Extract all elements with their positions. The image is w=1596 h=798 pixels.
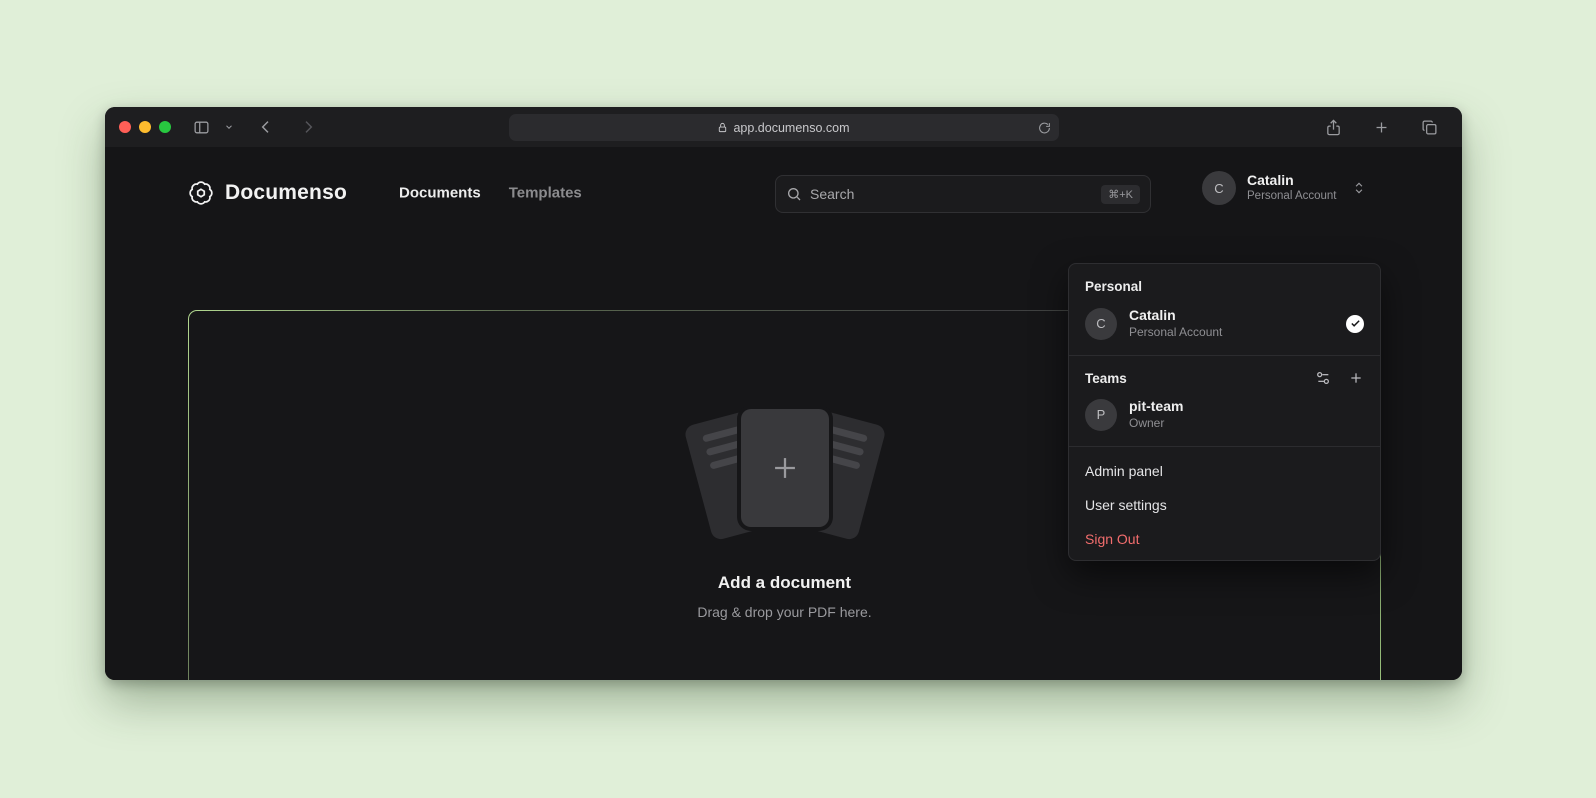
menu-item-admin-panel[interactable]: Admin panel [1069, 454, 1380, 488]
nav-documents[interactable]: Documents [399, 185, 481, 202]
account-menu-button[interactable]: C Catalin Personal Account [1202, 171, 1366, 205]
menu-divider [1069, 355, 1380, 356]
menu-account-type: Personal Account [1129, 325, 1222, 341]
manage-teams-icon[interactable] [1315, 370, 1331, 386]
account-type: Personal Account [1247, 189, 1337, 204]
browser-titlebar: app.documenso.com [105, 107, 1462, 147]
search-shortcut-badge: ⌘+K [1101, 185, 1140, 204]
menu-item-team-pit-team[interactable]: P pit-team Owner [1069, 392, 1380, 439]
chevrons-up-down-icon [1352, 181, 1366, 195]
documenso-logo-icon [188, 180, 214, 206]
nav-templates[interactable]: Templates [509, 185, 582, 202]
new-tab-icon[interactable] [1369, 115, 1394, 140]
menu-divider [1069, 446, 1380, 447]
account-name: Catalin [1247, 172, 1337, 189]
address-bar[interactable]: app.documenso.com [509, 114, 1059, 141]
app-page: Documenso Documents Templates ⌘+K C Cata… [105, 147, 1462, 680]
traffic-lights [119, 121, 171, 133]
personal-section-label: Personal [1069, 270, 1380, 301]
search-icon [786, 186, 802, 202]
search-input[interactable] [810, 186, 1093, 202]
search-box: ⌘+K [775, 175, 1151, 213]
reload-icon[interactable] [1038, 121, 1051, 134]
menu-item-user-settings[interactable]: User settings [1069, 488, 1380, 522]
brand[interactable]: Documenso [188, 180, 347, 206]
back-button[interactable] [254, 115, 278, 139]
avatar: C [1085, 308, 1117, 340]
zoom-window-button[interactable] [159, 121, 171, 133]
team-role: Owner [1129, 416, 1183, 432]
account-dropdown-menu: Personal C Catalin Personal Account Team… [1068, 263, 1381, 561]
tab-overview-icon[interactable] [1417, 115, 1442, 140]
browser-window: app.documenso.com [105, 107, 1462, 680]
plus-icon [768, 451, 802, 485]
team-name: pit-team [1129, 398, 1183, 416]
avatar: C [1202, 171, 1236, 205]
team-avatar: P [1085, 399, 1117, 431]
lock-icon [717, 122, 728, 133]
check-circle-icon [1346, 315, 1364, 333]
dropzone-subtitle: Drag & drop your PDF here. [697, 604, 871, 620]
brand-name: Documenso [225, 181, 347, 205]
menu-item-personal-account[interactable]: C Catalin Personal Account [1069, 301, 1380, 348]
menu-item-sign-out[interactable]: Sign Out [1069, 522, 1380, 556]
sidebar-toggle-icon[interactable] [189, 115, 214, 140]
share-icon[interactable] [1321, 115, 1346, 140]
main-nav: Documents Templates [399, 185, 582, 202]
minimize-window-button[interactable] [139, 121, 151, 133]
dropzone-title: Add a document [718, 573, 851, 593]
forward-button[interactable] [296, 115, 320, 139]
teams-section-label: Teams [1085, 371, 1127, 386]
url-text: app.documenso.com [733, 121, 849, 135]
teams-section-header: Teams [1069, 363, 1380, 392]
sidebar-chevron-down-icon[interactable] [220, 118, 238, 136]
add-team-icon[interactable] [1348, 370, 1364, 386]
document-card-center [741, 409, 829, 527]
document-stack-illustration [655, 393, 915, 543]
menu-account-name: Catalin [1129, 307, 1222, 325]
close-window-button[interactable] [119, 121, 131, 133]
app-header: Documenso Documents Templates ⌘+K C Cata… [105, 147, 1462, 239]
